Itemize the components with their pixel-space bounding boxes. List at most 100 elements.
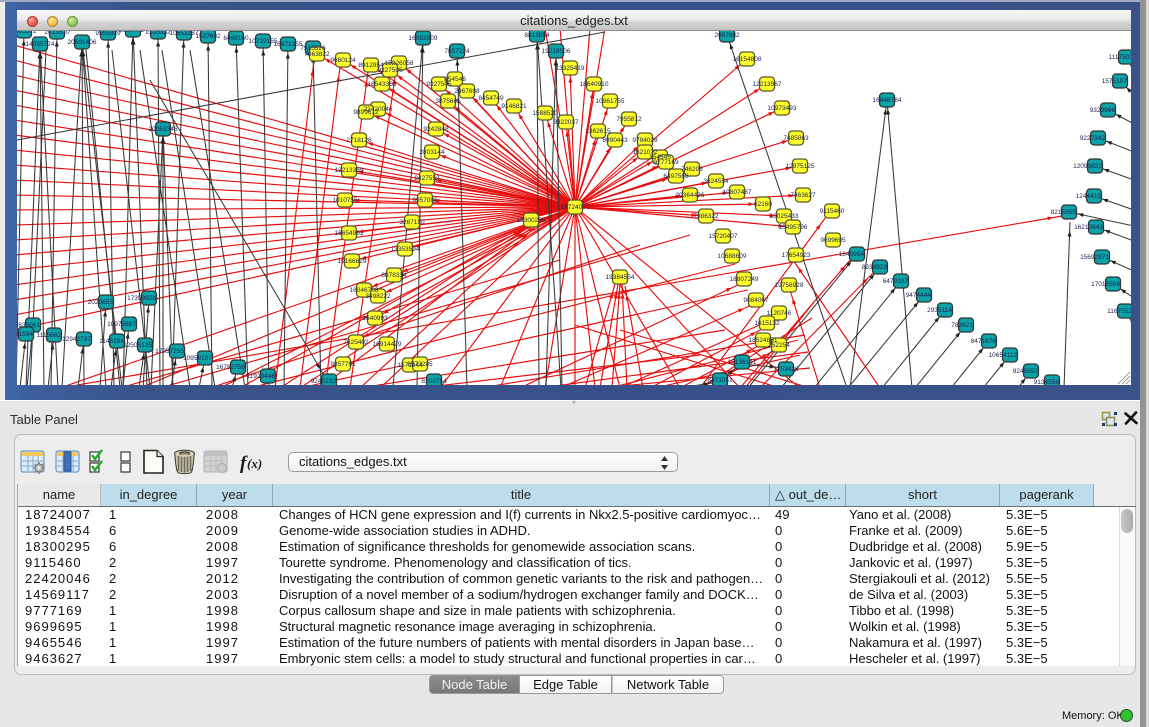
svg-text:1753426: 1753426 <box>773 366 799 373</box>
svg-text:8322037: 8322037 <box>553 119 579 126</box>
svg-text:10688609: 10688609 <box>718 253 747 260</box>
svg-text:9699695: 9699695 <box>820 237 846 244</box>
svg-text:1145194: 1145194 <box>99 338 124 345</box>
svg-text:3498222: 3498222 <box>365 293 391 300</box>
svg-text:7625402: 7625402 <box>343 339 369 346</box>
svg-text:18640910: 18640910 <box>580 81 609 88</box>
svg-text:9329966: 9329966 <box>1090 107 1116 114</box>
svg-text:9857791: 9857791 <box>330 361 356 368</box>
svg-text:9227342: 9227342 <box>1080 135 1106 142</box>
svg-text:746206: 746206 <box>681 166 703 173</box>
svg-text:2020655: 2020655 <box>88 299 114 306</box>
svg-text:1010755: 1010755 <box>332 197 358 204</box>
svg-text:11923446: 11923446 <box>247 373 276 380</box>
svg-text:20053346: 20053346 <box>149 126 178 133</box>
svg-text:16210643: 16210643 <box>1074 224 1103 231</box>
svg-text:9327505: 9327505 <box>377 67 403 74</box>
svg-text:8471676: 8471676 <box>971 338 997 345</box>
svg-text:16543362: 16543362 <box>368 81 397 88</box>
svg-text:14055724: 14055724 <box>26 41 55 48</box>
svg-text:1120746: 1120746 <box>767 310 792 317</box>
svg-text:9660124: 9660124 <box>330 57 356 64</box>
svg-text:12505135: 12505135 <box>123 342 152 349</box>
svg-text:7463627: 7463627 <box>790 192 816 199</box>
svg-text:15720407: 15720407 <box>709 233 738 240</box>
svg-text:8427552: 8427552 <box>414 175 440 182</box>
svg-text:16782759: 16782759 <box>216 364 245 371</box>
svg-text:2105332: 2105332 <box>145 31 171 36</box>
svg-text:6497568: 6497568 <box>663 173 689 180</box>
svg-text:12975125: 12975125 <box>786 163 815 170</box>
svg-text:1244415: 1244415 <box>1076 193 1102 200</box>
svg-text:17654923: 17654923 <box>782 252 811 259</box>
svg-text:19756928: 19756928 <box>775 282 804 289</box>
svg-text:9084067: 9084067 <box>743 297 769 304</box>
svg-text:10958107: 10958107 <box>183 355 212 362</box>
svg-text:13353594: 13353594 <box>391 246 420 253</box>
svg-text:1362615: 1362615 <box>585 128 611 135</box>
svg-text:2935114: 2935114 <box>927 307 952 314</box>
svg-text:12213369: 12213369 <box>335 167 364 174</box>
svg-text:854546: 854546 <box>444 76 466 83</box>
svg-text:9794028: 9794028 <box>632 137 658 144</box>
svg-text:18937714: 18937714 <box>119 31 148 34</box>
svg-text:17359928: 17359928 <box>127 295 156 302</box>
svg-text:16671355: 16671355 <box>274 41 303 48</box>
svg-text:391594: 391594 <box>17 331 33 338</box>
svg-text:7485063: 7485063 <box>783 135 809 142</box>
svg-text:10961755: 10961755 <box>596 98 625 105</box>
svg-text:1640954: 1640954 <box>839 251 865 258</box>
svg-text:9957006: 9957006 <box>412 197 438 204</box>
svg-text:7955812: 7955812 <box>616 116 642 123</box>
svg-text:8471051: 8471051 <box>707 377 733 384</box>
svg-text:8103754: 8103754 <box>421 378 447 385</box>
svg-text:3624554: 3624554 <box>703 178 729 185</box>
svg-text:15136141: 15136141 <box>728 359 757 366</box>
svg-text:9245652: 9245652 <box>1013 368 1039 375</box>
svg-text:3267150: 3267150 <box>399 219 425 226</box>
svg-text:18807249: 18807249 <box>730 276 759 283</box>
svg-text:783621: 783621 <box>951 322 973 329</box>
svg-text:8878334: 8878334 <box>381 272 407 279</box>
svg-text:18300295: 18300295 <box>517 217 546 224</box>
svg-text:1640993: 1640993 <box>362 315 388 322</box>
svg-text:10973493: 10973493 <box>768 105 797 112</box>
svg-text:12093822: 12093822 <box>1073 163 1102 170</box>
svg-text:16154808: 16154808 <box>733 56 762 63</box>
svg-text:2013510: 2013510 <box>44 31 70 36</box>
svg-text:13325419: 13325419 <box>556 65 585 72</box>
svg-text:9245232: 9245232 <box>311 378 337 385</box>
svg-text:8215955: 8215955 <box>1051 209 1077 216</box>
svg-text:1117503: 1117503 <box>1109 54 1131 61</box>
svg-text:1615132: 1615132 <box>754 320 780 327</box>
svg-text:18724007: 18724007 <box>561 204 590 211</box>
svg-text:2087682: 2087682 <box>714 32 740 39</box>
svg-text:20691406: 20691406 <box>68 39 97 46</box>
svg-text:9242848: 9242848 <box>423 126 449 133</box>
svg-text:8813054: 8813054 <box>524 32 550 39</box>
svg-text:9115460: 9115460 <box>820 208 845 215</box>
svg-text:1405572: 1405572 <box>17 31 37 35</box>
svg-text:8938923: 8938923 <box>862 264 888 271</box>
svg-text:9146821: 9146821 <box>501 103 527 110</box>
svg-text:(x): (x) <box>247 456 262 471</box>
svg-text:16053809: 16053809 <box>409 35 438 42</box>
svg-text:2803144: 2803144 <box>419 149 445 156</box>
svg-text:16914479: 16914479 <box>373 341 402 348</box>
svg-text:1588520: 1588520 <box>532 110 558 117</box>
svg-text:17016504: 17016504 <box>1091 281 1120 288</box>
svg-text:10975887: 10975887 <box>107 321 136 328</box>
svg-text:7857224: 7857224 <box>444 48 470 55</box>
svg-text:9777169: 9777169 <box>653 159 679 166</box>
svg-text:8990443: 8990443 <box>602 137 628 144</box>
svg-text:6479197: 6479197 <box>883 278 909 285</box>
svg-text:9474444: 9474444 <box>906 292 932 299</box>
svg-text:1115682: 1115682 <box>37 332 62 339</box>
svg-text:16648784: 16648784 <box>873 97 902 104</box>
svg-text:10807487: 10807487 <box>723 189 752 196</box>
svg-text:10025433: 10025433 <box>770 213 799 220</box>
svg-text:8454749: 8454749 <box>478 95 504 102</box>
svg-text:1167553: 1167553 <box>1107 308 1131 315</box>
svg-text:19166829: 19166829 <box>338 258 367 265</box>
svg-text:2867608: 2867608 <box>454 88 480 95</box>
